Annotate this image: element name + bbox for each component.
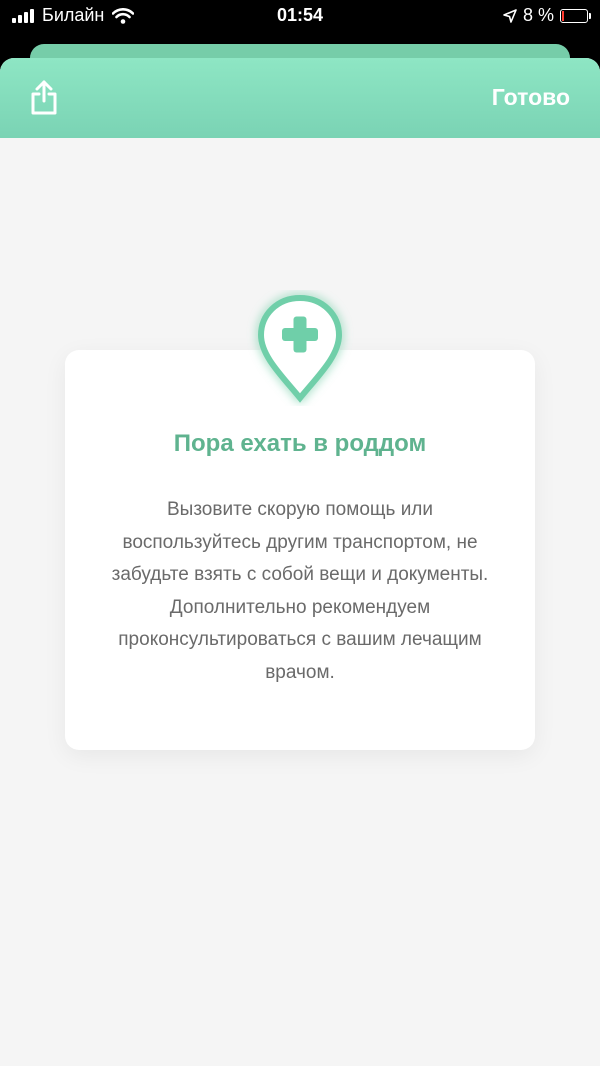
status-right: 8 % [503,5,591,26]
card-body: Вызовите скорую помощь или воспользуйтес… [111,499,489,683]
status-bar: Билайн 01:54 8 % [0,0,600,34]
done-button[interactable]: Готово [492,84,570,111]
location-arrow-icon [503,8,517,23]
sheet-header: Готово [0,58,600,138]
hospital-pin-icon [257,294,343,403]
share-icon [31,80,57,115]
battery-percent: 8 % [522,5,554,25]
battery-icon [560,8,591,23]
card-title: Пора ехать в роддом [173,430,427,457]
info-card: Пора ехать в роддом Вызовите скорую помо… [65,350,535,750]
share-button[interactable] [22,76,66,120]
modal-sheet: Готово Пора ехать в роддом Вызовите скор… [0,58,600,1066]
